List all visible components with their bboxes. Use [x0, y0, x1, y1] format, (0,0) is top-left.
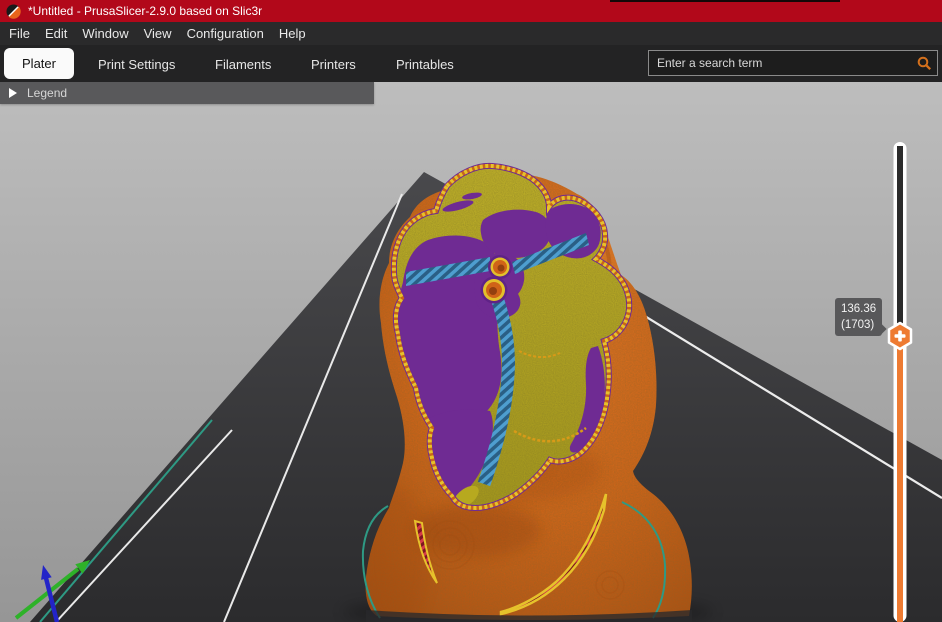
- menubar: File Edit Window View Configuration Help: [0, 22, 942, 45]
- legend-label: Legend: [27, 86, 68, 100]
- window-title: *Untitled - PrusaSlicer-2.9.0 based on S…: [28, 4, 263, 18]
- menu-item-file[interactable]: File: [2, 26, 37, 41]
- layer-tooltip: 136.36 (1703): [835, 298, 883, 337]
- tab-filaments[interactable]: Filaments: [215, 57, 271, 72]
- screen-notch: [610, 0, 840, 2]
- menu-item-view[interactable]: View: [137, 26, 179, 41]
- menu-item-configuration[interactable]: Configuration: [180, 26, 271, 41]
- tab-print-settings[interactable]: Print Settings: [98, 57, 175, 72]
- layer-number-value: (1703): [841, 319, 875, 332]
- layer-slider-track-lower[interactable]: [897, 326, 903, 622]
- prusaslicer-window: *Untitled - PrusaSlicer-2.9.0 based on S…: [0, 0, 942, 622]
- prusaslicer-logo-icon: [6, 4, 21, 19]
- menu-item-edit[interactable]: Edit: [38, 26, 74, 41]
- menu-item-window[interactable]: Window: [75, 26, 135, 41]
- layer-height-value: 136.36: [841, 303, 877, 315]
- search-input[interactable]: [649, 56, 917, 70]
- tab-plater[interactable]: Plater: [4, 48, 74, 79]
- tab-printers[interactable]: Printers: [311, 57, 356, 72]
- layer-slider-track-upper[interactable]: [897, 146, 903, 326]
- tab-printables[interactable]: Printables: [396, 57, 454, 72]
- menu-item-help[interactable]: Help: [272, 26, 313, 41]
- legend-toggle[interactable]: Legend: [0, 82, 374, 104]
- legend-expand-icon[interactable]: [9, 88, 17, 98]
- titlebar[interactable]: *Untitled - PrusaSlicer-2.9.0 based on S…: [0, 0, 942, 22]
- tabbar: Plater Print Settings Filaments Printers…: [0, 45, 942, 82]
- search-box[interactable]: [648, 50, 938, 76]
- search-icon[interactable]: [917, 56, 932, 71]
